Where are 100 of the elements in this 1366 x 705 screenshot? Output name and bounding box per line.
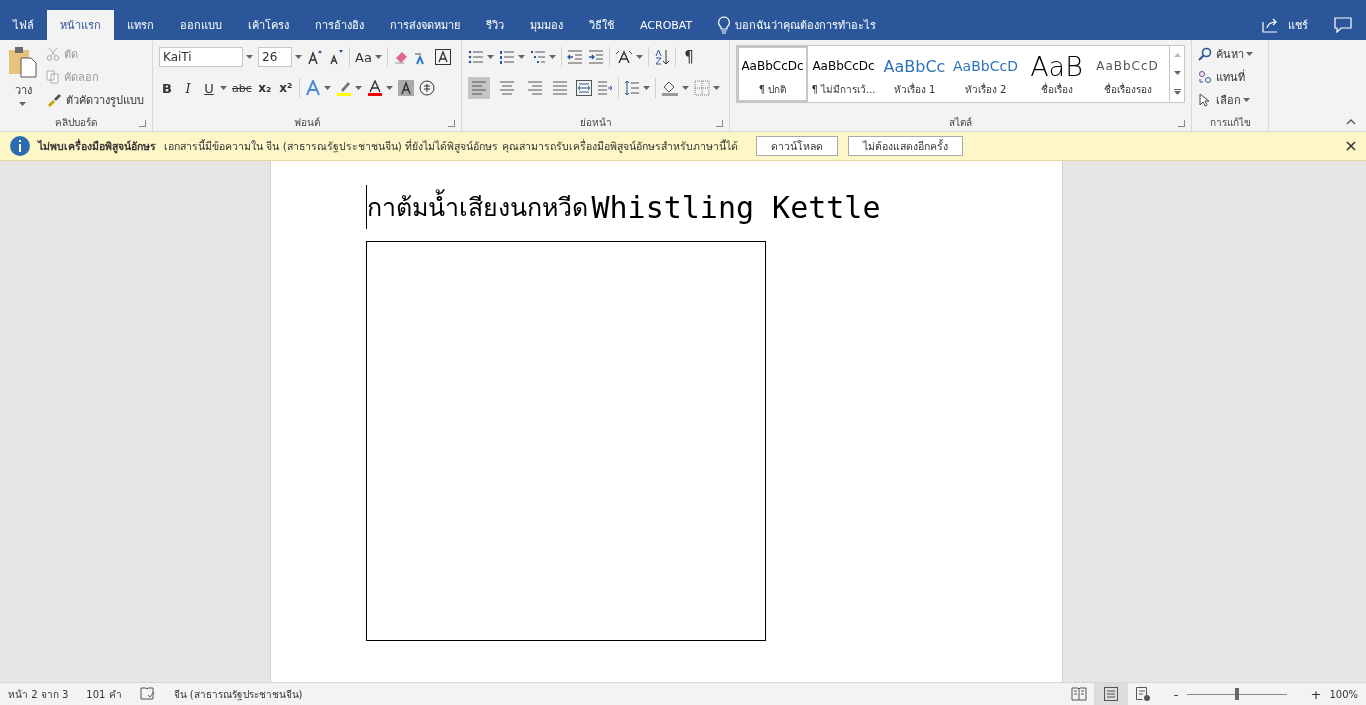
highlight-icon[interactable] [335,80,352,96]
group-label: ย่อหน้า [579,116,612,130]
caret-icon[interactable] [385,86,393,90]
share-button[interactable]: แชร์ [1288,16,1308,34]
ribbon-tab[interactable]: รีวิว [473,10,517,40]
enclose-character-icon[interactable] [418,80,435,96]
group-label: ฟอนต์ [294,116,320,130]
document-heading: กาต้มน้ำเสียงนกหวีดWhistling Kettle [365,185,881,229]
cursor-icon[interactable] [1198,92,1212,107]
dialog-launcher-icon[interactable] [716,120,723,127]
paintbrush-icon[interactable] [46,92,62,107]
caret-icon[interactable] [295,55,302,59]
character-shading-icon[interactable] [397,80,414,96]
caret-icon[interactable] [518,55,525,59]
dialog-launcher-icon[interactable] [1178,120,1185,127]
ribbon-tab[interactable]: มุมมอง [517,10,576,40]
ribbon-tab[interactable]: การส่งจดหมาย [377,10,473,40]
format-button[interactable]: U [201,78,217,98]
caret-icon[interactable] [1246,51,1253,56]
comment-icon[interactable] [1334,17,1352,33]
ribbon-tab[interactable]: แทรก [114,10,167,40]
format-button[interactable]: abc [232,78,252,98]
collapse-ribbon-icon[interactable] [1346,119,1356,125]
format-button[interactable]: B [159,78,175,98]
format-button[interactable]: x₂ [256,78,273,98]
caret-icon[interactable] [487,55,494,59]
ribbon-tab[interactable]: ACROBAT [627,10,706,40]
caret-icon[interactable] [549,55,556,59]
format-button[interactable]: I [180,78,196,98]
find-button[interactable]: ค้นหา [1216,44,1244,63]
style-item[interactable]: AaB ชื่อเรื่อง [1021,46,1092,102]
ribbon-tab[interactable]: วิธีใช้ [576,10,627,40]
group-label: คลิปบอร์ด [55,116,97,130]
share-icon[interactable] [1262,17,1280,33]
view-button[interactable] [1093,682,1128,705]
style-item[interactable]: AaBbCcD ชื่อเรื่องรอง [1092,46,1163,102]
close-icon[interactable] [1346,141,1356,151]
replace-button[interactable]: แทนที่ [1216,67,1245,86]
zoom-slider[interactable] [1234,687,1239,700]
zoom-in-button[interactable]: + [1310,686,1322,702]
style-item[interactable]: AaBbCc หัวเรื่อง 1 [879,46,950,102]
caret-icon[interactable] [374,55,382,59]
replace-icon[interactable] [1198,69,1212,84]
eraser-icon[interactable] [392,49,409,65]
increase-indent-icon[interactable] [588,49,604,65]
show-marks-button[interactable]: ¶ [681,47,697,67]
decrease-indent-icon[interactable] [567,49,583,65]
text-effects-icon[interactable] [304,80,321,96]
clipboard-icon[interactable] [7,46,39,78]
word-count[interactable]: 101 คำ [86,686,122,702]
zoom-level[interactable]: 100% [1329,688,1358,700]
more-icon[interactable] [1173,89,1181,95]
text-direction-icon[interactable] [615,49,633,65]
proofing-icon[interactable] [139,687,156,701]
grow-font-icon[interactable] [307,49,323,65]
style-item[interactable]: AaBbCcDc ¶ ปกติ [737,46,808,102]
font-size-field[interactable]: 26 [258,47,292,67]
caret-icon[interactable] [323,86,331,90]
caret-icon[interactable] [636,55,643,59]
shading-icon[interactable] [661,80,679,96]
style-item[interactable]: AaBbCcD หัวเรื่อง 2 [950,46,1021,102]
ribbon-tab[interactable]: การอ้างอิง [302,10,377,40]
caret-icon[interactable] [18,102,26,106]
bullets-icon[interactable] [468,49,484,65]
ribbon-tab[interactable]: หน้าแรก [47,10,114,40]
paste-button[interactable]: วาง [14,81,32,99]
language-status[interactable]: จีน (สาธารณรัฐประชาชนจีน) [173,686,303,702]
caret-icon[interactable] [354,86,362,90]
caret-icon[interactable] [682,86,689,90]
message-button[interactable]: ไม่ต้องแสดงอีกครั้ง [847,136,963,156]
caret-icon[interactable] [246,55,253,59]
multilevel-list-icon[interactable] [530,49,546,65]
ribbon-tab[interactable]: ออกแบบ [167,10,235,40]
character-border-icon[interactable] [434,49,451,65]
style-item[interactable]: AaBbCcDc ¶ ไม่มีการเว้... [808,46,879,102]
font-color-icon[interactable] [366,80,383,96]
dialog-launcher-icon[interactable] [448,120,455,127]
dialog-launcher-icon[interactable] [139,120,146,127]
format-button[interactable]: x² [277,78,294,98]
zoom-out-button[interactable]: - [1173,686,1179,702]
caret-icon[interactable] [220,86,227,90]
numbering-icon[interactable] [499,49,515,65]
page-count[interactable]: หน้า 2 จาก 3 [8,686,69,702]
sort-icon[interactable] [654,49,670,65]
line-spacing-icon[interactable] [624,80,640,96]
search-icon[interactable] [1198,46,1212,61]
caret-icon[interactable] [1243,97,1250,102]
select-button[interactable]: เลือก [1216,90,1241,109]
caret-icon[interactable] [643,86,650,90]
format-painter-button[interactable]: ตัวคัดวางรูปแบบ [66,90,144,109]
shrink-font-icon[interactable] [328,49,344,65]
change-case-button[interactable]: Aa [355,47,372,67]
caret-icon[interactable] [713,86,720,90]
message-button[interactable]: ดาวน์โหลด [755,136,838,156]
font-name-field[interactable]: KaiTi [159,47,243,67]
scroll-down-icon[interactable] [1173,71,1181,75]
ribbon-tab[interactable]: เค้าโครง [235,10,302,40]
distributed-icon[interactable] [576,80,592,96]
tell-me-search[interactable]: บอกฉันว่าคุณต้องการทำอะไร [735,16,877,34]
ribbon-tab[interactable]: ไฟล์ [0,10,47,40]
